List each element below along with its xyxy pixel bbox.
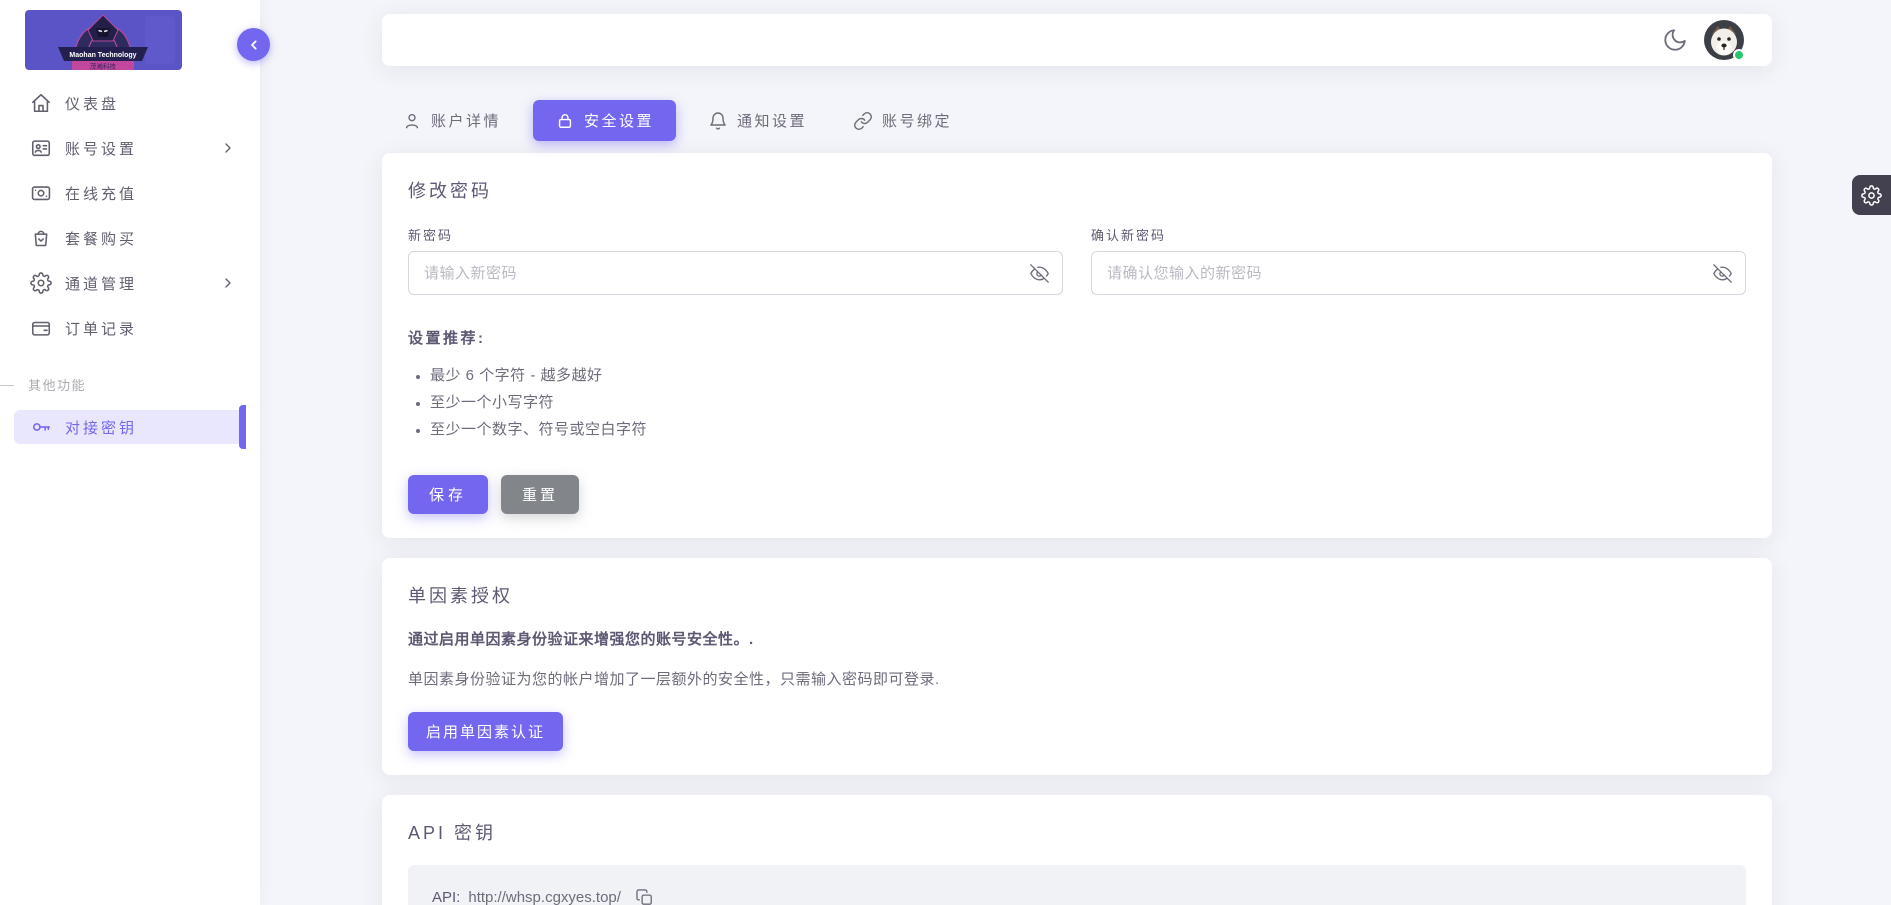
sidebar-item-account-settings[interactable]: 账号设置 xyxy=(14,131,246,165)
active-item-indicator xyxy=(239,405,246,449)
sidebar-menu: 仪表盘账号设置在线充值套餐购买通道管理订单记录 xyxy=(0,86,260,345)
tab-account-details[interactable]: 账户详情 xyxy=(388,100,515,141)
eye-off-icon xyxy=(1030,264,1050,283)
brand-logo[interactable]: Maohan Technology 茂瀚科技 xyxy=(25,10,182,70)
api-key-title: API 密钥 xyxy=(408,819,1746,845)
sidebar-item-label: 通道管理 xyxy=(65,273,137,294)
gear-icon xyxy=(1861,185,1882,206)
user-avatar[interactable] xyxy=(1704,20,1744,60)
sidebar-item-online-recharge[interactable]: 在线充值 xyxy=(14,176,246,210)
customizer-toggle-button[interactable] xyxy=(1852,175,1891,215)
recommendation-item: 至少一个数字、符号或空白字符 xyxy=(430,416,1746,443)
user-icon xyxy=(402,111,422,131)
sfa-bold-text: 通过启用单因素身份验证来增强您的账号安全性。. xyxy=(408,628,1746,649)
sidebar: Maohan Technology 茂瀚科技 仪表盘账号设置在线充值套餐购买通道… xyxy=(0,0,260,905)
chevron-right-icon xyxy=(220,275,236,291)
change-password-card: 修改密码 新密码 确认新密码 xyxy=(382,153,1772,538)
wallet-icon xyxy=(30,317,52,339)
confirm-password-input[interactable] xyxy=(1091,251,1746,295)
toggle-new-password-visibility-button[interactable] xyxy=(1030,263,1050,283)
gear-icon xyxy=(30,272,52,294)
theme-toggle-button[interactable] xyxy=(1662,27,1688,53)
new-password-label: 新密码 xyxy=(408,225,1063,244)
sfa-description-text: 单因素身份验证为您的帐户增加了一层额外的安全性，只需输入密码即可登录. xyxy=(408,668,1746,689)
brand-logo-image: Maohan Technology 茂瀚科技 xyxy=(25,10,182,70)
enable-sfa-button[interactable]: 启用单因素认证 xyxy=(408,712,563,751)
cash-icon xyxy=(30,182,52,204)
change-password-title: 修改密码 xyxy=(408,177,1746,203)
save-button[interactable]: 保存 xyxy=(408,475,488,514)
bell-icon xyxy=(708,111,728,131)
sidebar-item-order-records[interactable]: 订单记录 xyxy=(14,311,246,345)
eye-off-icon xyxy=(1713,264,1733,283)
api-key-card: API 密钥 API: http://whsp.cgxyes.top/ xyxy=(382,795,1772,905)
chevron-right-icon xyxy=(220,140,236,156)
tab-label: 账号绑定 xyxy=(882,110,952,131)
api-endpoint-row: API: http://whsp.cgxyes.top/ xyxy=(408,865,1746,905)
sidebar-item-label: 套餐购买 xyxy=(65,228,137,249)
copy-icon xyxy=(635,888,654,905)
brand-title: Maohan Technology xyxy=(69,52,136,59)
sidebar-item-label: 仪表盘 xyxy=(65,93,119,114)
tab-label: 安全设置 xyxy=(584,110,654,131)
sidebar-item-label: 在线充值 xyxy=(65,183,137,204)
id-card-icon xyxy=(30,137,52,159)
tab-security[interactable]: 安全设置 xyxy=(533,100,676,141)
sidebar-item-package-purchase[interactable]: 套餐购买 xyxy=(14,221,246,255)
tab-notifications[interactable]: 通知设置 xyxy=(694,100,821,141)
copy-api-url-button[interactable] xyxy=(635,888,654,905)
online-status-badge xyxy=(1733,49,1745,61)
tab-binding[interactable]: 账号绑定 xyxy=(839,100,966,141)
top-header-bar xyxy=(382,14,1772,66)
brand-subtitle: 茂瀚科技 xyxy=(90,62,117,71)
chevron-left-icon xyxy=(246,37,262,53)
toggle-confirm-password-visibility-button[interactable] xyxy=(1713,263,1733,283)
sidebar-section-label: 其他功能 xyxy=(0,375,260,394)
sidebar-item-api-secret[interactable]: 对接密钥 xyxy=(14,410,246,444)
key-icon xyxy=(30,416,52,438)
settings-tabs: 账户详情 安全设置 通知设置 账号绑定 xyxy=(382,100,1772,141)
api-label: API: xyxy=(432,889,460,905)
password-form: 新密码 确认新密码 xyxy=(408,225,1746,295)
link-icon xyxy=(853,111,873,131)
recommendations-title: 设置推荐: xyxy=(408,327,1746,348)
recommendation-item: 最少 6 个字符 - 越多越好 xyxy=(430,362,1746,389)
recommendation-item: 至少一个小写字符 xyxy=(430,389,1746,416)
new-password-input[interactable] xyxy=(408,251,1063,295)
reset-button[interactable]: 重置 xyxy=(501,475,579,514)
sidebar-item-label: 账号设置 xyxy=(65,138,137,159)
lock-icon xyxy=(555,111,575,131)
sidebar-collapse-button[interactable] xyxy=(237,28,270,61)
shopping-bag-icon xyxy=(30,227,52,249)
sfa-title: 单因素授权 xyxy=(408,582,1746,608)
home-icon xyxy=(30,92,52,114)
tab-label: 通知设置 xyxy=(737,110,807,131)
confirm-password-label: 确认新密码 xyxy=(1091,225,1746,244)
sidebar-menu-other: 对接密钥 xyxy=(0,410,260,444)
sidebar-item-label: 对接密钥 xyxy=(65,417,137,438)
sidebar-item-label: 订单记录 xyxy=(65,318,137,339)
sidebar-item-dashboard[interactable]: 仪表盘 xyxy=(14,86,246,120)
single-factor-auth-card: 单因素授权 通过启用单因素身份验证来增强您的账号安全性。. 单因素身份验证为您的… xyxy=(382,558,1772,775)
moon-icon xyxy=(1662,27,1688,53)
tab-label: 账户详情 xyxy=(431,110,501,131)
sidebar-item-channel-manage[interactable]: 通道管理 xyxy=(14,266,246,300)
api-url-text: http://whsp.cgxyes.top/ xyxy=(468,889,621,905)
main-content: 账户详情 安全设置 通知设置 账号绑定 修改密码 新密码 确认新密码 xyxy=(382,14,1772,905)
recommendations-list: 最少 6 个字符 - 越多越好至少一个小写字符至少一个数字、符号或空白字符 xyxy=(430,362,1746,443)
